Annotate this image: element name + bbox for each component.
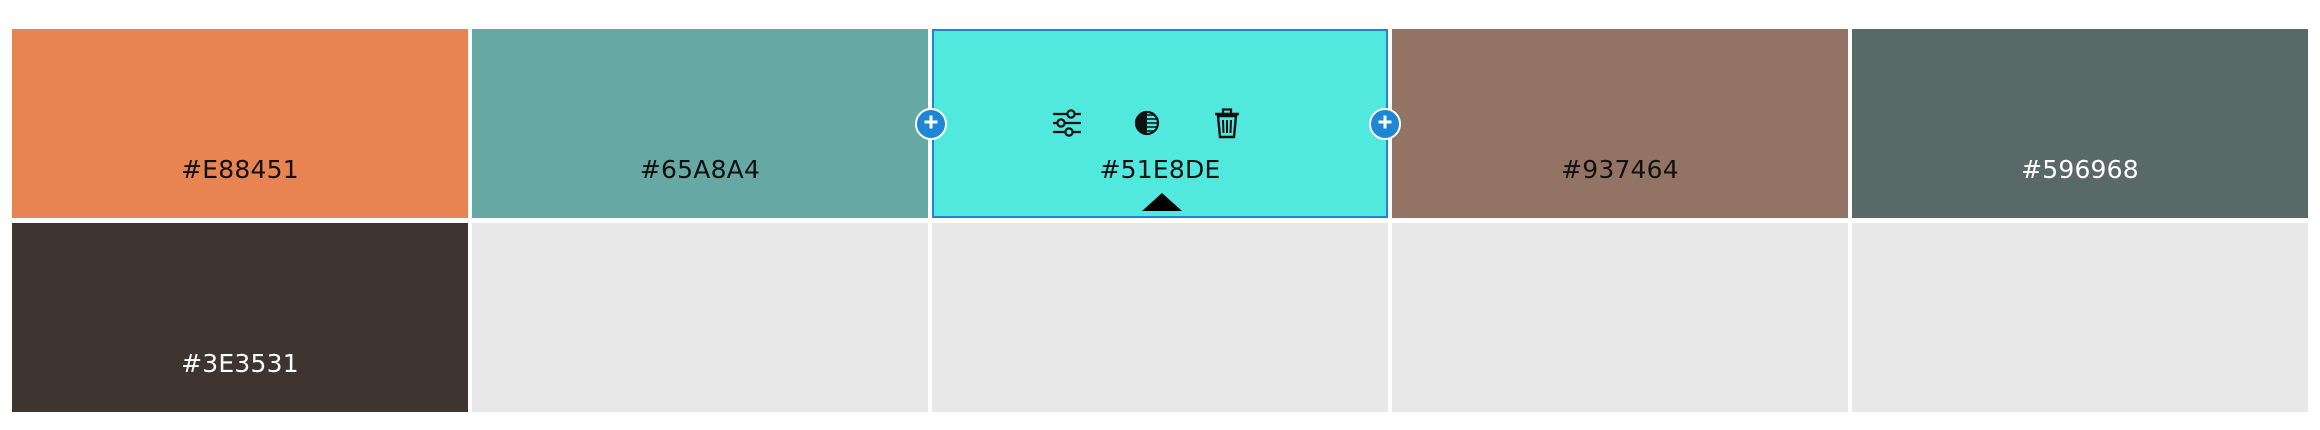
swatch-hex-label: #65A8A4	[639, 155, 761, 184]
swatch-hex-label: #E88451	[181, 155, 299, 184]
selected-color-swatch[interactable]: #51E8DE	[932, 29, 1388, 218]
sliders-icon[interactable]	[1050, 106, 1084, 140]
swatch-hex-label: #51E8DE	[1099, 155, 1221, 184]
caret-up-icon[interactable]	[1142, 193, 1182, 211]
contrast-icon[interactable]	[1130, 106, 1164, 140]
color-swatch[interactable]: #937464	[1392, 29, 1848, 218]
empty-swatch	[1392, 223, 1848, 412]
add-color-before-button[interactable]	[915, 108, 947, 140]
add-color-after-button[interactable]	[1369, 108, 1401, 140]
plus-icon	[1376, 113, 1394, 135]
color-swatch[interactable]: #596968	[1852, 29, 2308, 218]
swatch-hex-label: #596968	[2021, 155, 2139, 184]
swatch-toolbar	[1050, 106, 1250, 140]
empty-swatch	[472, 223, 928, 412]
plus-icon	[922, 113, 940, 135]
swatch-hex-label: #937464	[1561, 155, 1679, 184]
palette-grid: #E88451 #65A8A4 #51E8DE #937464 #596968 …	[12, 29, 2308, 412]
swatch-hex-label: #3E3531	[181, 349, 299, 378]
color-swatch[interactable]: #65A8A4	[472, 29, 928, 218]
trash-icon[interactable]	[1210, 106, 1244, 140]
color-swatch[interactable]: #E88451	[12, 29, 468, 218]
empty-swatch	[932, 223, 1388, 412]
empty-swatch	[1852, 223, 2308, 412]
color-swatch[interactable]: #3E3531	[12, 223, 468, 412]
